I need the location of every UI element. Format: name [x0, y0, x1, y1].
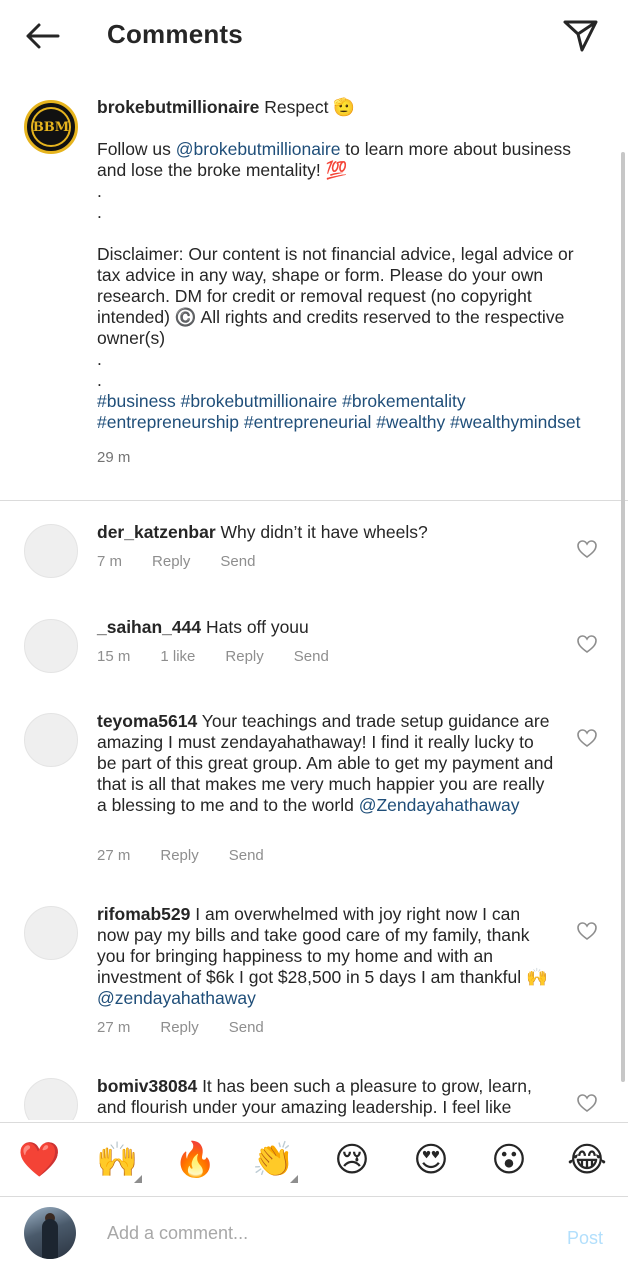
reply-button[interactable]: Reply	[152, 553, 190, 570]
send-button[interactable]: Send	[229, 847, 264, 864]
follow-prefix: Follow us	[97, 139, 176, 159]
post-button[interactable]: Post	[567, 1228, 603, 1249]
reply-button[interactable]: Reply	[160, 847, 198, 864]
comment-text: der_katzenbar Why didn’t it have wheels?	[97, 522, 557, 543]
caption-dot: .	[97, 202, 102, 222]
comment-input[interactable]: Add a comment...	[107, 1223, 248, 1244]
comment-time: 15 m	[97, 648, 131, 665]
skin-tone-indicator-icon	[134, 1175, 142, 1183]
comment-meta: 27 m Reply Send	[97, 847, 264, 864]
crying-face-emoji-icon[interactable]: 😢	[331, 1139, 373, 1181]
comment-time: 7 m	[97, 553, 123, 570]
comment-mention[interactable]: @Zendayahathaway	[359, 795, 520, 815]
account-logo-avatar[interactable]: BBM	[24, 100, 78, 154]
skin-tone-indicator-icon	[290, 1175, 298, 1183]
heart-eyes-emoji-icon[interactable]: 😍	[410, 1139, 452, 1181]
follow-mention[interactable]: @brokebutmillionaire	[176, 139, 341, 159]
caption-dot: .	[97, 181, 102, 201]
like-heart-icon[interactable]	[576, 921, 598, 941]
direct-send-icon[interactable]	[560, 16, 600, 54]
comment-body: Hats off youu	[201, 617, 309, 637]
comment-meta: 27 m Reply Send	[97, 1019, 264, 1036]
scrollbar[interactable]	[621, 152, 625, 1082]
comment-time: 27 m	[97, 1019, 131, 1036]
comment-text: _saihan_444 Hats off youu	[97, 617, 557, 638]
comment-meta: 15 m 1 like Reply Send	[97, 648, 329, 665]
clapping-hands-emoji-icon[interactable]: 👏	[252, 1139, 298, 1183]
raising-hands-emoji-icon[interactable]: 🙌	[96, 1139, 142, 1183]
comment-body: Why didn’t it have wheels?	[215, 522, 428, 542]
comment-text: bomiv38084 It has been such a pleasure t…	[97, 1076, 557, 1118]
reply-button[interactable]: Reply	[160, 1019, 198, 1036]
caption-dot: .	[97, 349, 102, 369]
caption-timestamp: 29 m	[97, 449, 131, 466]
comment-username[interactable]: _saihan_444	[97, 617, 201, 637]
divider	[0, 500, 628, 501]
avatar[interactable]	[24, 524, 78, 578]
caption-hashtags[interactable]: #business #brokebutmillionaire #brokemen…	[97, 391, 597, 433]
avatar[interactable]	[24, 1078, 78, 1120]
comment-text: teyoma5614 Your teachings and trade setu…	[97, 711, 557, 816]
comment-username[interactable]: der_katzenbar	[97, 522, 216, 542]
like-count[interactable]: 1 like	[160, 648, 195, 665]
caption-dot: .	[97, 370, 102, 390]
comments-list[interactable]: BBM brokebutmillionaire Respect 🫡 Follow…	[0, 72, 628, 1120]
surprised-face-emoji-icon[interactable]: 😮	[488, 1139, 530, 1181]
avatar	[24, 1207, 76, 1259]
send-button[interactable]: Send	[294, 648, 329, 665]
like-heart-icon[interactable]	[576, 1093, 598, 1113]
send-button[interactable]: Send	[229, 1019, 264, 1036]
red-heart-emoji-icon[interactable]: ❤️	[18, 1139, 60, 1181]
fire-emoji-icon[interactable]: 🔥	[174, 1139, 216, 1181]
avatar[interactable]	[24, 619, 78, 673]
back-arrow-icon[interactable]	[22, 18, 62, 54]
comment-text: rifomab529 I am overwhelmed with joy rig…	[97, 904, 557, 1009]
raising-hands-emoji-glyph: 🙌	[96, 1140, 139, 1180]
comment-username[interactable]: teyoma5614	[97, 711, 197, 731]
comment-mention[interactable]: @zendayahathaway	[97, 988, 256, 1008]
like-heart-icon[interactable]	[576, 539, 598, 559]
avatar[interactable]	[24, 713, 78, 767]
like-heart-icon[interactable]	[576, 634, 598, 654]
caption-disclaimer: Disclaimer: Our content is not financial…	[97, 244, 574, 348]
comment-username[interactable]: bomiv38084	[97, 1076, 197, 1096]
comment-time: 27 m	[97, 847, 131, 864]
page-title: Comments	[107, 19, 243, 49]
comment-meta: 7 m Reply Send	[97, 553, 255, 570]
quick-reactions-bar: ❤️ 🙌 🔥 👏 😢 😍 😮 😂	[0, 1122, 628, 1196]
like-heart-icon[interactable]	[576, 728, 598, 748]
caption-line1: Respect 🫡	[259, 97, 356, 117]
avatar[interactable]	[24, 906, 78, 960]
tears-of-joy-emoji-icon[interactable]: 😂	[566, 1139, 608, 1181]
top-bar: Comments	[0, 0, 628, 72]
avatar-figure-body	[42, 1219, 58, 1259]
comment-username[interactable]: rifomab529	[97, 904, 190, 924]
caption-text: brokebutmillionaire Respect 🫡 Follow us …	[97, 96, 597, 468]
clapping-hands-emoji-glyph: 👏	[252, 1140, 295, 1180]
send-button[interactable]: Send	[220, 553, 255, 570]
caption-username[interactable]: brokebutmillionaire	[97, 97, 259, 117]
logo-text: BBM	[31, 107, 71, 147]
comment-composer: Add a comment... Post	[0, 1196, 628, 1280]
reply-button[interactable]: Reply	[225, 648, 263, 665]
